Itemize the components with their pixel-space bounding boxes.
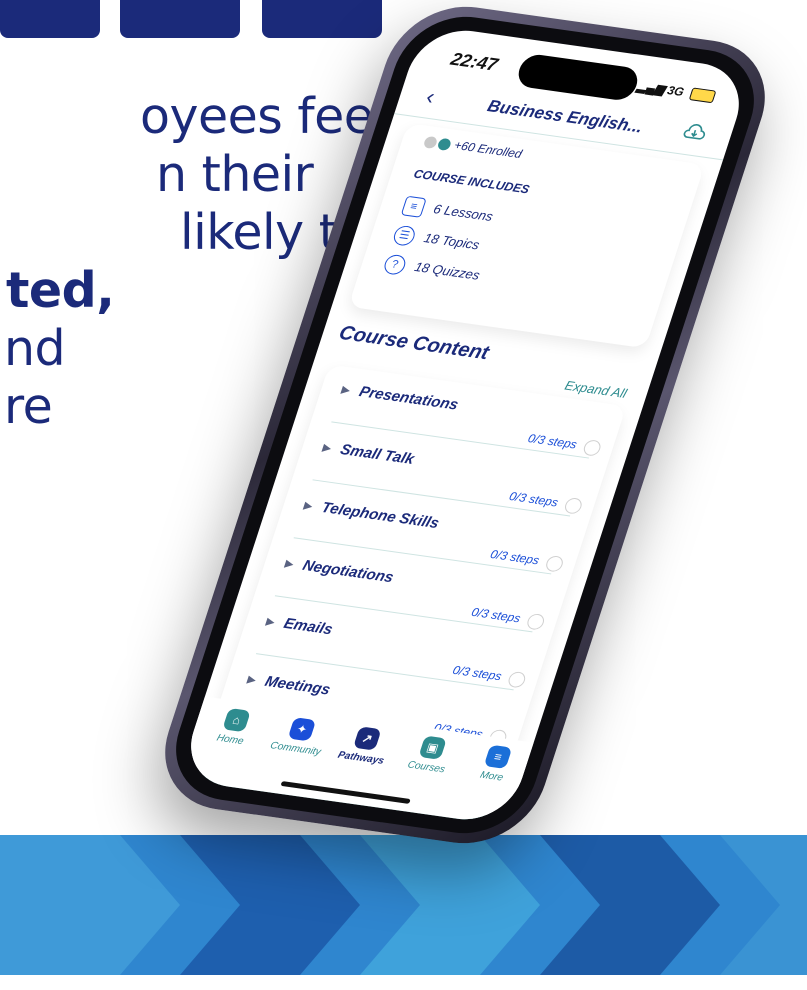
signal-icon: ▂▄▆ — [635, 78, 667, 97]
module-name: Emails — [281, 615, 335, 639]
quiz-icon: ? — [381, 253, 408, 276]
expand-triangle-icon: ▶ — [340, 384, 352, 396]
phone-frame: 22:47 ▂▄▆ 3G ‹ Business English... +60 E… — [146, 0, 784, 853]
tab-label: Home — [215, 732, 246, 748]
module-steps: 0/3 steps — [488, 547, 542, 568]
dynamic-island — [514, 52, 642, 102]
status-time: 22:47 — [448, 48, 501, 75]
tab-home[interactable]: ⌂ Home — [197, 705, 272, 750]
app-screen: 22:47 ▂▄▆ 3G ‹ Business English... +60 E… — [177, 24, 753, 826]
menu-icon: ≡ — [483, 744, 513, 769]
avatar — [422, 135, 439, 149]
module-steps: 0/3 steps — [526, 431, 579, 452]
module-name: Meetings — [262, 673, 333, 699]
home-indicator — [280, 780, 411, 804]
status-indicators: ▂▄▆ 3G — [635, 78, 717, 104]
enrolled-count: +60 Enrolled — [422, 134, 524, 162]
topics-icon: ☰ — [391, 224, 418, 247]
tab-label: More — [478, 769, 505, 784]
module-name: Negotiations — [300, 557, 396, 587]
network-label: 3G — [665, 83, 686, 99]
expand-all-link[interactable]: Expand All — [563, 378, 629, 401]
expand-triangle-icon: ▶ — [264, 616, 276, 628]
include-lessons: ≡ 6 Lessons — [400, 195, 496, 228]
enrolled-badge-icon — [436, 137, 453, 151]
expand-triangle-icon: ▶ — [246, 673, 258, 686]
tab-label: Community — [268, 740, 323, 758]
battery-charging-icon — [688, 87, 717, 104]
module-name: Small Talk — [338, 441, 417, 468]
phone-mockup: 22:47 ▂▄▆ 3G ‹ Business English... +60 E… — [40, 0, 800, 990]
include-label: 6 Lessons — [431, 201, 495, 224]
progress-circle-icon — [562, 497, 584, 515]
progress-circle-icon — [525, 612, 547, 631]
community-icon: ✦ — [287, 717, 317, 742]
phone-bezel: 22:47 ▂▄▆ 3G ‹ Business English... +60 E… — [159, 8, 771, 842]
expand-triangle-icon: ▶ — [283, 558, 295, 570]
expand-triangle-icon: ▶ — [302, 500, 314, 512]
include-label: 18 Topics — [422, 230, 482, 253]
courses-icon: ▣ — [418, 735, 447, 760]
tab-courses[interactable]: ▣ Courses — [393, 733, 468, 778]
include-topics: ☰ 18 Topics — [391, 224, 482, 256]
module-steps: 0/3 steps — [469, 605, 523, 626]
book-icon: ≡ — [400, 195, 427, 218]
module-name: Presentations — [356, 383, 461, 414]
module-steps: 0/3 steps — [507, 489, 561, 510]
tab-pathways[interactable]: ↗ Pathways — [327, 723, 402, 768]
course-includes-title: COURSE INCLUDES — [411, 166, 532, 197]
progress-circle-icon — [581, 439, 603, 457]
expand-triangle-icon: ▶ — [321, 442, 333, 454]
progress-circle-icon — [506, 670, 528, 689]
include-label: 18 Quizzes — [412, 259, 482, 283]
tab-label: Pathways — [336, 749, 386, 767]
course-includes-card: +60 Enrolled COURSE INCLUDES ≡ 6 Lessons … — [348, 123, 705, 349]
module-steps: 0/3 steps — [450, 662, 504, 684]
include-quizzes: ? 18 Quizzes — [381, 253, 482, 287]
pathways-icon: ↗ — [352, 726, 382, 751]
home-icon: ⌂ — [222, 707, 251, 733]
progress-circle-icon — [544, 554, 565, 573]
tab-more[interactable]: ≡ More — [458, 742, 533, 787]
tab-label: Courses — [406, 759, 447, 776]
course-content-title: Course Content — [336, 322, 492, 365]
tab-community[interactable]: ✦ Community — [262, 714, 337, 759]
module-name: Telephone Skills — [319, 499, 442, 532]
enrolled-label: +60 Enrolled — [452, 138, 524, 162]
